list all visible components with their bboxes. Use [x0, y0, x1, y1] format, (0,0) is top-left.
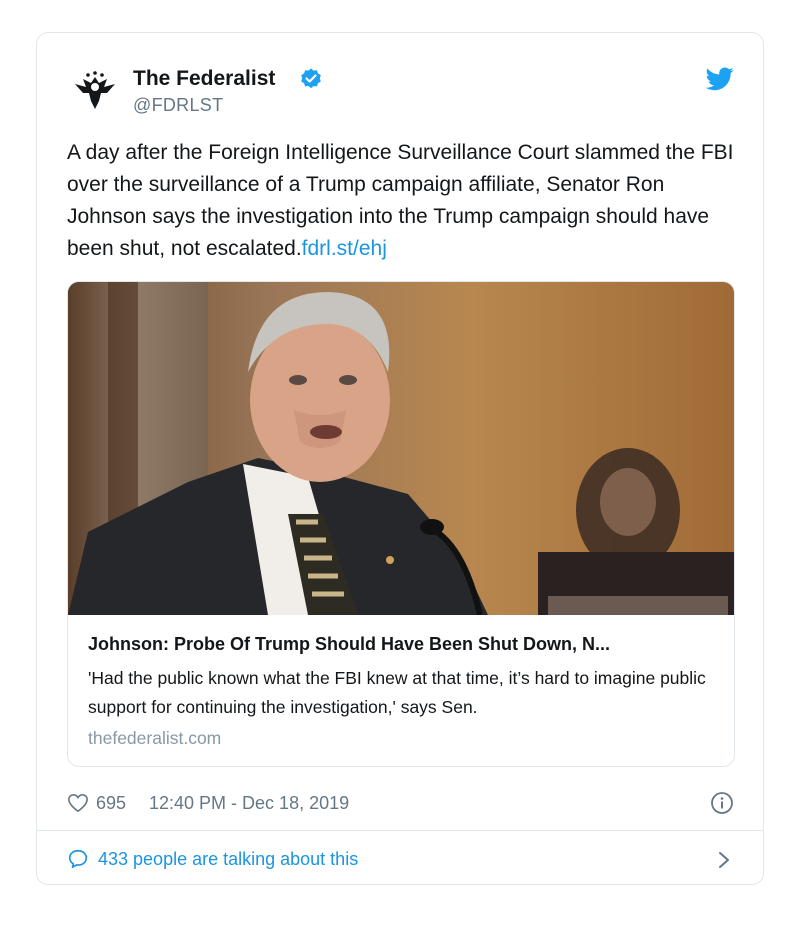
author-handle[interactable]: @FDRLST: [133, 95, 223, 116]
tweet-link[interactable]: fdrl.st/ehj: [302, 237, 387, 260]
tweet-body: A day after the Foreign Intelligence Sur…: [67, 141, 734, 260]
conversation-link[interactable]: 433 people are talking about this: [67, 847, 739, 873]
heart-icon[interactable]: [67, 793, 89, 813]
tweet-text: A day after the Foreign Intelligence Sur…: [67, 137, 739, 265]
link-card-domain: thefederalist.com: [88, 728, 222, 748]
tweet-meta: 695 12:40 PM - Dec 18, 2019: [67, 791, 739, 817]
conversation-label[interactable]: 433 people are talking about this: [98, 849, 358, 870]
like-count[interactable]: 695: [96, 793, 126, 814]
link-card-title[interactable]: Johnson: Probe Of Trump Should Have Been…: [88, 634, 718, 655]
speech-bubble-icon: [68, 849, 88, 869]
divider: [37, 830, 763, 831]
article-photo[interactable]: [68, 282, 735, 615]
author-name[interactable]: The Federalist: [133, 67, 275, 91]
info-icon[interactable]: [710, 791, 734, 815]
link-preview-card[interactable]: Johnson: Probe Of Trump Should Have Been…: [67, 281, 735, 767]
eagle-logo[interactable]: [71, 67, 119, 115]
tweet-timestamp[interactable]: 12:40 PM - Dec 18, 2019: [149, 793, 349, 814]
twitter-bird-icon[interactable]: [706, 67, 734, 91]
chevron-right-icon[interactable]: [717, 849, 731, 871]
tweet-card: The Federalist @FDRLST A day after the F…: [36, 32, 764, 885]
verified-badge-icon: [301, 68, 321, 89]
link-card-description: 'Had the public known what the FBI knew …: [88, 668, 706, 717]
